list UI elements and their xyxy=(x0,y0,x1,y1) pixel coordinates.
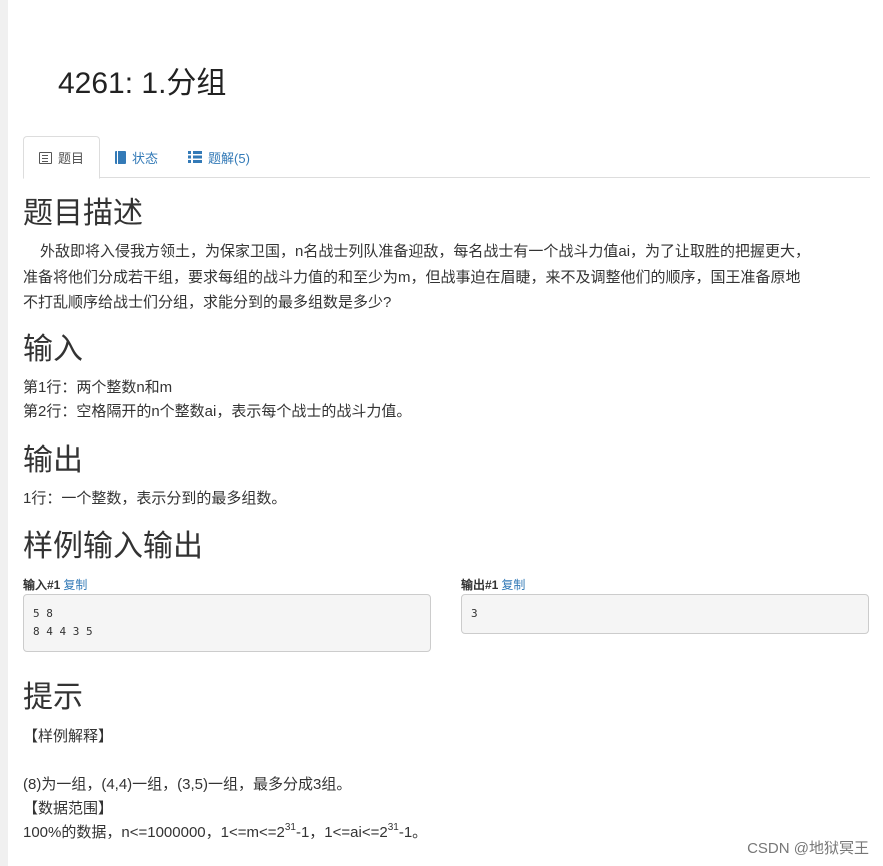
hint-range-text: 100%的数据，n<=1000000，1<=m<=231-1，1<=ai<=23… xyxy=(23,822,427,844)
copy-output-link[interactable]: 复制 xyxy=(501,578,525,592)
input-heading: 输入 xyxy=(23,333,83,366)
tab-solutions-label: 题解(5) xyxy=(208,150,250,166)
hint-example-title: 【样例解释】 xyxy=(23,728,114,745)
tab-status[interactable]: 状态 xyxy=(100,136,173,178)
description-line-3: 不打乱顺序给战士们分组，求能分到的最多组数是多少? xyxy=(23,294,392,311)
description-heading: 题目描述 xyxy=(23,197,143,230)
sample-output-label: 输出#1 复制 xyxy=(461,576,525,593)
description-line-1: 外敌即将入侵我方领土，为保家卫国，n名战士列队准备迎敌，每名战士有一个战斗力值a… xyxy=(40,243,811,260)
output-line-1: 1行：一个整数，表示分到的最多组数。 xyxy=(23,490,287,507)
hint-range-title: 【数据范围】 xyxy=(23,800,114,817)
copy-input-link[interactable]: 复制 xyxy=(63,578,87,592)
tab-solutions[interactable]: 题解(5) xyxy=(173,136,265,178)
sample-output-box[interactable]: 3 xyxy=(461,594,869,634)
book-icon xyxy=(115,150,127,164)
tab-problem-label: 题目 xyxy=(58,151,85,166)
samples-heading: 样例输入输出 xyxy=(23,530,203,563)
output-heading: 输出 xyxy=(23,444,83,477)
range-part-c: -1。 xyxy=(398,824,428,841)
description-line-2: 准备将他们分成若干组，要求每组的战斗力值的和至少为m，但战事迫在眉睫，来不及调整… xyxy=(23,269,801,286)
range-exponent-1: 31 xyxy=(284,822,296,833)
tab-problem[interactable]: 题目 xyxy=(23,136,101,179)
list-alt-icon xyxy=(39,151,52,164)
tab-status-label: 状态 xyxy=(132,150,159,166)
range-part-b: -1，1<=ai<=2 xyxy=(295,824,388,841)
input-line-1: 第1行：两个整数n和m xyxy=(23,379,173,396)
csdn-watermark: CSDN @地狱冥王 xyxy=(747,840,869,857)
range-part-a: 100%的数据，n<=1000000，1<=m<=2 xyxy=(23,824,285,841)
input-line-2: 第2行：空格隔开的n个整数ai，表示每个战士的战斗力值。 xyxy=(23,403,412,420)
sample-output-title: 输出#1 xyxy=(461,578,499,592)
th-list-icon xyxy=(188,151,203,163)
hint-example-text: (8)为一组，(4,4)一组，(3,5)一组，最多分成3组。 xyxy=(23,776,352,793)
range-exponent-2: 31 xyxy=(387,822,399,833)
sample-input-label: 输入#1 复制 xyxy=(23,576,87,593)
problem-title: 4261: 1.分组 xyxy=(58,67,227,100)
sample-input-title: 输入#1 xyxy=(23,578,61,592)
hint-heading: 提示 xyxy=(23,681,83,714)
problem-card: 4261: 1.分组 题目 状态 题解(5) 题目描述 外敌即将入侵我方领土，为… xyxy=(8,0,883,866)
problem-tabs: 题目 状态 题解(5) xyxy=(23,136,870,179)
sample-input-box[interactable]: 5 8 8 4 4 3 5 xyxy=(23,594,431,652)
